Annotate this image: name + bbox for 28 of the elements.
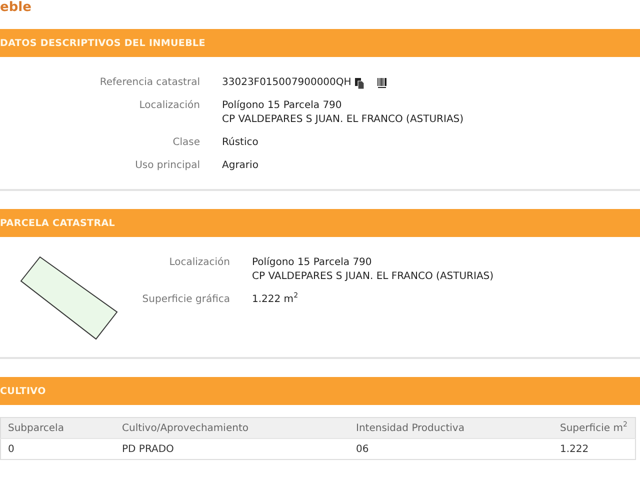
section-header: PARCELA CATASTRAL — [0, 209, 640, 237]
section-header: CULTIVO — [0, 377, 640, 405]
field-label: Localización — [138, 99, 200, 113]
column-header: Superficie m$^{2}$ — [560, 422, 628, 434]
field-value: CP VALDEPARES S JUAN. EL FRANCO (ASTURIAS) — [252, 270, 494, 284]
table-cell: 0 — [8, 444, 14, 454]
table-cell: 1.222 — [560, 444, 589, 454]
field-label: Uso principal — [134, 159, 200, 173]
table-cell: PD PRADO — [122, 444, 174, 454]
field-label: Superficie gráfica — [141, 293, 230, 307]
column-header: Subparcela — [8, 422, 64, 434]
field-value: Polígono 15 Parcela 790 — [222, 99, 342, 113]
page-title: eble — [0, 0, 32, 15]
field-value: Polígono 15 Parcela 790 — [252, 256, 372, 270]
field-label: Clase — [172, 136, 200, 150]
copy-icon[interactable] — [355, 78, 366, 88]
field-value: CP VALDEPARES S JUAN. EL FRANCO (ASTURIAS) — [222, 113, 464, 127]
column-header: Intensidad Productiva — [356, 422, 464, 434]
field-label: Localización — [168, 256, 230, 270]
barcode-icon[interactable] — [377, 78, 388, 88]
field-value: 33023F015007900000QH — [222, 76, 352, 90]
field-value: Rústico — [222, 136, 258, 150]
field-value: 1.222 m$^{2}$ — [252, 293, 298, 307]
table-cell: 06 — [356, 444, 369, 454]
section-header: DATOS DESCRIPTIVOS DEL INMUEBLE — [0, 29, 640, 57]
field-label: Referencia catastral — [98, 76, 200, 90]
column-header: Cultivo/Aprovechamiento — [122, 422, 248, 434]
field-value: Agrario — [222, 159, 258, 173]
